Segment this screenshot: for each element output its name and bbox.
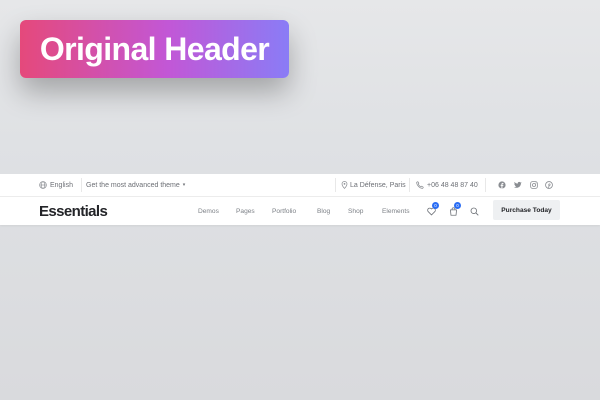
facebook-icon[interactable] <box>498 181 506 189</box>
divider <box>485 178 486 192</box>
divider <box>409 178 410 192</box>
nav-item-shop[interactable]: Shop <box>348 197 363 225</box>
language-label: English <box>50 181 73 189</box>
nav-item-pages[interactable]: Pages <box>236 197 255 225</box>
chevron-down-icon: ▾ <box>182 182 186 188</box>
site-logo[interactable]: Essentials <box>39 197 108 225</box>
search-icon[interactable] <box>469 206 479 216</box>
pinterest-icon[interactable] <box>545 181 553 189</box>
phone-icon <box>416 181 424 189</box>
location-info[interactable]: La Défense, Paris <box>341 174 406 196</box>
cart-count: 0 <box>454 202 461 209</box>
language-selector[interactable]: English <box>39 174 73 196</box>
phone-text: +06 48 48 87 40 <box>427 181 478 189</box>
nav-item-demos[interactable]: Demos <box>198 197 219 225</box>
divider <box>81 178 82 192</box>
top-bar: English Get the most advanced theme ▾ La… <box>0 174 600 197</box>
nav-item-elements[interactable]: Elements <box>382 197 410 225</box>
cart-button[interactable]: 0 <box>448 202 461 216</box>
badge-title: Original Header <box>39 30 270 67</box>
original-header-badge: Original Header <box>20 20 289 78</box>
main-header: Essentials Demos Pages Portfolio Blog Sh… <box>0 197 600 225</box>
globe-icon <box>39 181 47 189</box>
purchase-today-button[interactable]: Purchase Today <box>493 200 560 220</box>
wishlist-button[interactable]: 0 <box>426 202 439 216</box>
phone-info[interactable]: +06 48 48 87 40 <box>416 174 478 196</box>
twitter-icon[interactable] <box>514 181 522 189</box>
tagline-link[interactable]: Get the most advanced theme ▾ <box>86 174 185 196</box>
tagline-text: Get the most advanced theme <box>86 181 180 189</box>
divider <box>335 178 336 192</box>
wishlist-count: 0 <box>432 202 439 209</box>
nav-item-portfolio[interactable]: Portfolio <box>272 197 296 225</box>
instagram-icon[interactable] <box>530 181 538 189</box>
location-text: La Défense, Paris <box>350 181 406 189</box>
map-pin-icon <box>341 181 348 189</box>
nav-item-blog[interactable]: Blog <box>317 197 330 225</box>
